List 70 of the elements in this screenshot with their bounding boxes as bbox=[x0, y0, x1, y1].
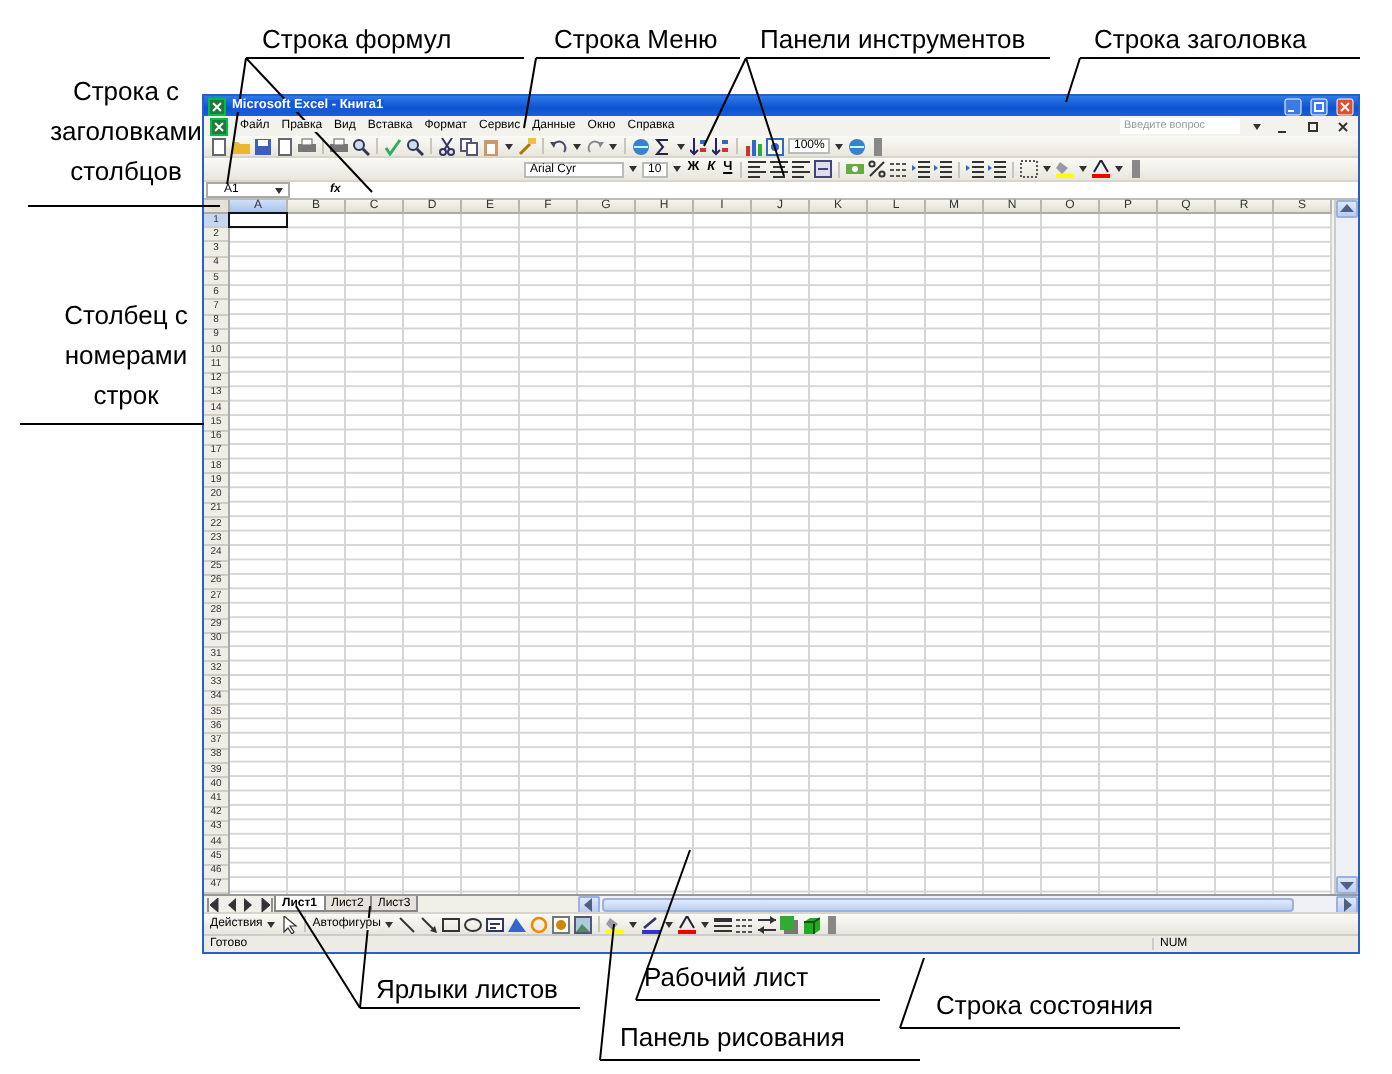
print-preview-icon[interactable] bbox=[352, 137, 370, 155]
scroll-down-button[interactable] bbox=[1336, 876, 1358, 894]
globe-icon[interactable] bbox=[632, 137, 650, 155]
arrow-icon[interactable] bbox=[420, 915, 439, 933]
brush-icon[interactable] bbox=[518, 137, 536, 155]
callout-label: Строка формул bbox=[262, 26, 452, 52]
last-sheet-icon[interactable] bbox=[258, 895, 276, 913]
callout-label: Строка Меню bbox=[554, 26, 718, 52]
scroll-up-button[interactable] bbox=[1336, 200, 1358, 218]
decrease-indent-icon[interactable] bbox=[966, 160, 985, 178]
printer-icon[interactable] bbox=[298, 137, 316, 155]
restore-icon[interactable] bbox=[1304, 117, 1322, 135]
vertical-scrollbar[interactable] bbox=[1334, 200, 1358, 894]
callout-label: Столбец с номерами строк bbox=[62, 298, 190, 414]
cube-icon[interactable] bbox=[802, 915, 821, 933]
undo-icon[interactable] bbox=[550, 137, 568, 155]
font-color-icon[interactable] bbox=[1092, 160, 1111, 178]
callout-label: Панель рисования bbox=[620, 1024, 845, 1050]
horizontal-scrollbar[interactable] bbox=[578, 896, 1358, 912]
first-sheet-icon[interactable] bbox=[204, 895, 222, 913]
document-icon bbox=[210, 117, 228, 135]
close-icon[interactable] bbox=[1334, 117, 1352, 135]
callout-label: Строка с заголовками столбцов bbox=[48, 74, 204, 190]
scroll-left-button[interactable] bbox=[578, 895, 601, 913]
print-icon[interactable] bbox=[330, 137, 348, 155]
sort-descending-icon[interactable] bbox=[712, 137, 730, 155]
callout-label: Строка состояния bbox=[936, 992, 1154, 1018]
callout-label: Рабочий лист bbox=[644, 964, 809, 990]
down-arrow-icon bbox=[1338, 876, 1356, 894]
callout-label: Ярлыки листов bbox=[376, 976, 558, 1002]
increase-indent-icon[interactable] bbox=[988, 160, 1007, 178]
new-page-icon[interactable] bbox=[210, 137, 228, 155]
cursor-icon[interactable] bbox=[280, 915, 299, 933]
fill-color-icon[interactable] bbox=[1056, 160, 1075, 178]
cut-icon[interactable] bbox=[438, 137, 456, 155]
excel-icon bbox=[208, 97, 226, 115]
line-icon[interactable] bbox=[398, 915, 417, 933]
merge-cells-icon[interactable] bbox=[814, 160, 833, 178]
font-color-icon[interactable] bbox=[678, 915, 697, 933]
sum-icon[interactable] bbox=[654, 137, 672, 155]
magnifier-icon[interactable] bbox=[406, 137, 424, 155]
borders-icon[interactable] bbox=[1020, 160, 1039, 178]
clipart-icon[interactable] bbox=[552, 915, 571, 933]
arrow-style-icon[interactable] bbox=[758, 915, 777, 933]
line-color-icon[interactable] bbox=[642, 915, 661, 933]
shadow-icon[interactable] bbox=[780, 915, 799, 933]
select-all-button[interactable] bbox=[204, 200, 230, 214]
scroll-thumb[interactable] bbox=[602, 897, 1294, 911]
percent-icon[interactable] bbox=[868, 160, 887, 178]
picture-icon[interactable] bbox=[574, 915, 593, 933]
fill-color-icon[interactable] bbox=[606, 915, 625, 933]
callout-label: Строка заголовка bbox=[1094, 26, 1307, 52]
right-arrow-icon bbox=[1338, 895, 1356, 913]
align-center-icon[interactable] bbox=[770, 160, 789, 178]
scroll-right-button[interactable] bbox=[1336, 895, 1358, 913]
sort-ascending-icon[interactable] bbox=[690, 137, 708, 155]
line-style-icon[interactable] bbox=[714, 915, 733, 933]
maximize-icon[interactable] bbox=[1310, 97, 1328, 115]
copy-icon[interactable] bbox=[460, 137, 478, 155]
page-icon[interactable] bbox=[276, 137, 294, 155]
active-cell[interactable] bbox=[228, 212, 288, 229]
oval-icon[interactable] bbox=[464, 915, 483, 933]
rectangle-icon[interactable] bbox=[442, 915, 461, 933]
chart-icon[interactable] bbox=[744, 137, 762, 155]
text-box-icon[interactable] bbox=[486, 915, 505, 933]
align-right-icon[interactable] bbox=[792, 160, 811, 178]
align-left-icon[interactable] bbox=[748, 160, 767, 178]
dash-style-icon[interactable] bbox=[736, 915, 755, 933]
up-arrow-icon bbox=[1338, 200, 1356, 218]
callout-label: Панели инструментов bbox=[760, 26, 1026, 52]
